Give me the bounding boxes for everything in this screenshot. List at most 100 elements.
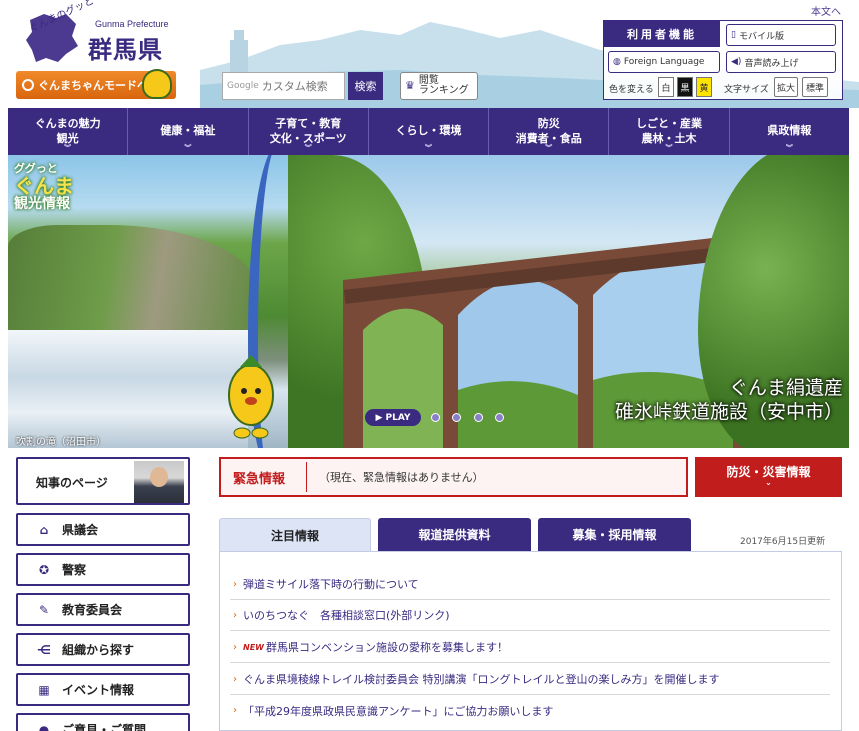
arrow-right-icon: › — [233, 705, 237, 716]
pen-icon: ✎ — [38, 602, 50, 617]
side-links: 知事のページ ⌂ 県議会 ✪ 警察 ✎ 教育委員会 ⋲ 組織から探す ▦ イベント情報 ●… — [16, 457, 190, 731]
foreign-language-button[interactable]: ◍ Foreign Language — [608, 51, 720, 73]
nav-item-education[interactable]: 子育て・教育 文化・スポーツ ︾ — [249, 108, 369, 155]
emergency-info: 緊急情報 （現在、緊急情報はありません） — [219, 457, 688, 497]
nav-label: くらし・環境 — [395, 124, 462, 138]
tab-featured[interactable]: 注目情報 — [219, 518, 371, 551]
mobile-label: モバイル版 — [738, 31, 784, 42]
news-panel: › 弾道ミサイル落下時の行動について › いのちつなぐ 各種相談窓口(外部リンク) … — [219, 551, 842, 731]
prefecture-name-jp: 群馬県 — [88, 36, 163, 64]
left-photo-caption: 吹割の滝（沼田市） — [16, 437, 106, 448]
nav-item-government[interactable]: 県政情報 ︾ — [730, 108, 849, 155]
updated-date: 2017年6月15日更新 — [740, 537, 826, 547]
site-logo[interactable]: ぐんまのグッと Gunma Prefecture 群馬県 — [18, 0, 178, 68]
side-link-label: ご意見・ご質問 — [62, 723, 147, 731]
news-text: いのちつなぐ 各種相談窓口(外部リンク) — [243, 609, 450, 622]
skip-to-content-link[interactable]: 本文へ — [811, 3, 841, 18]
side-link-assembly[interactable]: ⌂ 県議会 — [16, 513, 190, 546]
search-input[interactable]: Google カスタム検索 — [222, 72, 345, 100]
org-chart-icon: ⋲ — [37, 642, 51, 657]
side-link-feedback[interactable]: ● ご意見・ご質問 — [16, 713, 190, 731]
tag-line3: 観光情報 — [14, 196, 70, 213]
side-link-label: 教育委員会 — [62, 603, 123, 617]
color-yellow-button[interactable]: 黄 — [696, 77, 712, 97]
chevron-down-icon: ︾ — [64, 143, 72, 152]
globe-icon: ◍ — [613, 57, 621, 67]
nav-label: しごと・産業 — [636, 117, 703, 131]
news-item[interactable]: › いのちつなぐ 各種相談窓口(外部リンク) — [230, 600, 830, 631]
news-item[interactable]: › 弾道ミサイル落下時の行動について — [230, 569, 830, 600]
news-text: 弾道ミサイル落下時の行動について — [243, 578, 419, 591]
slide-dot[interactable] — [452, 413, 461, 422]
nav-item-health[interactable]: 健康・福祉 ︾ — [128, 108, 249, 155]
nav-label: ぐんまの魅力 — [34, 117, 101, 131]
prefecture-name-en: Gunma Prefecture — [95, 19, 169, 29]
arrow-right-icon: › — [233, 641, 237, 653]
slide-image[interactable]: ぐんま絹遺産 碓氷峠鉄道施設（安中市） — [288, 155, 849, 448]
slide-caption-line2: 碓氷峠鉄道施設（安中市） — [614, 400, 843, 423]
news-text: 群馬県コンベンション施設の愛称を募集します！ — [265, 641, 508, 654]
nav-item-industry[interactable]: しごと・産業 農林・土木 ︾ — [609, 108, 730, 155]
color-change-label: 色を変える — [609, 85, 654, 95]
tools-title: 利用者機能 — [604, 21, 720, 47]
governor-page-link[interactable]: 知事のページ — [16, 457, 190, 505]
text-enlarge-button[interactable]: 拡大 — [774, 77, 798, 97]
arrow-right-icon: › — [233, 609, 237, 621]
building-icon: ⌂ — [39, 522, 49, 537]
news-item[interactable]: › 「平成29年度県政県民意識アンケート」にご協力お願いします — [230, 695, 830, 726]
nav-item-disaster[interactable]: 防災 消費者・食品 ︾ — [489, 108, 610, 155]
gunmachan-mascot-icon — [228, 355, 274, 439]
site-header: 本文へ ぐんまのグッと Gunma Prefecture 群馬県 ぐんまちゃんモ… — [0, 0, 859, 108]
nav-label: 防災 — [537, 117, 560, 131]
side-link-education-board[interactable]: ✎ 教育委員会 — [16, 593, 190, 626]
search-button[interactable]: 検索 — [348, 72, 383, 100]
mobile-icon: ▯ — [731, 30, 736, 40]
side-link-police[interactable]: ✪ 警察 — [16, 553, 190, 586]
foreign-label: Foreign Language — [623, 57, 705, 67]
gunmachan-mascot-icon — [142, 69, 172, 99]
tourism-tag: ググっと ぐんま 観光情報 — [14, 162, 74, 213]
slide-dot[interactable] — [495, 413, 504, 422]
play-label: PLAY — [385, 412, 411, 423]
waterfall-scenery — [8, 330, 248, 448]
nav-label: 県政情報 — [767, 124, 812, 138]
tab-press[interactable]: 報道提供資料 — [378, 518, 531, 551]
slide-dot[interactable] — [474, 413, 483, 422]
color-black-button[interactable]: 黒 — [677, 77, 693, 97]
search-placeholder: カスタム検索 — [261, 80, 328, 93]
nav-item-living[interactable]: くらし・環境 ︾ — [369, 108, 490, 155]
accessibility-tools: 利用者機能 ▯ モバイル版 ◍ Foreign Language ◀) 音声読み… — [603, 20, 843, 100]
side-link-label: 県議会 — [62, 523, 99, 537]
disaster-info-button[interactable]: 防災・災害情報 ⌄ — [695, 457, 842, 497]
ranking-label-line2: ランキング — [418, 85, 469, 96]
side-link-organization[interactable]: ⋲ 組織から探す — [16, 633, 190, 666]
color-white-button[interactable]: 白 — [658, 77, 674, 97]
arrow-right-icon: › — [233, 673, 237, 685]
nav-item-attractions[interactable]: ぐんまの魅力 観光 ︾ — [8, 108, 129, 155]
new-badge: NEW — [243, 642, 264, 652]
slide-caption-line1: ぐんま絹遺産 — [728, 377, 843, 399]
police-badge-icon: ✪ — [38, 562, 50, 577]
gunmachan-mode-button[interactable]: ぐんまちゃんモードへ — [16, 69, 176, 99]
side-link-label: イベント情報 — [62, 683, 135, 697]
slide-dot[interactable] — [431, 413, 440, 422]
cliff-scenery — [8, 225, 258, 335]
chevron-down-icon: ︾ — [304, 143, 312, 152]
text-standard-button[interactable]: 標準 — [802, 77, 828, 97]
news-item[interactable]: › ぐんま県境稜線トレイル検討委員会 特別講演「ロングトレイルと登山の楽しみ方」を… — [230, 664, 830, 695]
slideshow-play-button[interactable]: ▶ PLAY — [365, 409, 421, 426]
news-item[interactable]: › NEW 群馬県コンベンション施設の愛称を募集します！ — [230, 632, 830, 663]
ranking-button[interactable]: ♛ 閲覧 ランキング — [400, 72, 478, 100]
chevron-down-icon: ︾ — [545, 143, 553, 152]
chevron-down-icon: ︾ — [665, 143, 673, 152]
crown-icon: ♛ — [405, 79, 415, 93]
mode-button-label: ぐんまちゃんモードへ — [38, 79, 148, 92]
chevron-down-icon: ︾ — [184, 143, 192, 152]
chevron-down-icon: ︾ — [785, 143, 793, 152]
tourism-banner[interactable]: ググっと ぐんま 観光情報 吹割の滝（沼田市） — [8, 155, 288, 448]
side-link-events[interactable]: ▦ イベント情報 — [16, 673, 190, 706]
emergency-message: （現在、緊急情報はありません） — [319, 471, 484, 484]
voice-reading-button[interactable]: ◀) 音声読み上げ — [726, 51, 836, 73]
tab-recruit[interactable]: 募集・採用情報 — [538, 518, 691, 551]
mobile-version-button[interactable]: ▯ モバイル版 — [726, 24, 836, 46]
